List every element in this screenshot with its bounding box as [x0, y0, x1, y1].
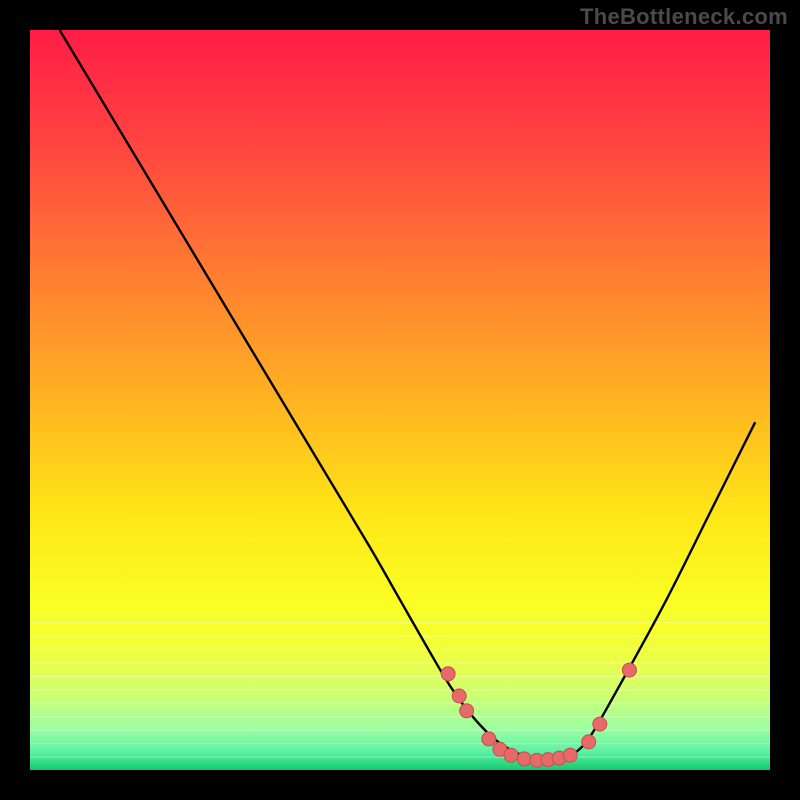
curve-marker-dot: [593, 717, 607, 731]
curve-marker-dot: [482, 732, 496, 746]
curve-marker-dot: [441, 667, 455, 681]
stage: TheBottleneck.com: [0, 0, 800, 800]
chart-panel: [30, 30, 770, 770]
curve-marker-dot: [563, 748, 577, 762]
bottleneck-chart: [30, 30, 770, 770]
curve-marker-dot: [504, 748, 518, 762]
curve-marker-dot: [582, 735, 596, 749]
curve-marker-dot: [517, 752, 531, 766]
bottom-band-stripes: [30, 622, 770, 770]
curve-marker-dot: [460, 704, 474, 718]
curve-marker-dot: [622, 663, 636, 677]
curve-marker-dot: [452, 689, 466, 703]
watermark-text: TheBottleneck.com: [580, 4, 788, 30]
